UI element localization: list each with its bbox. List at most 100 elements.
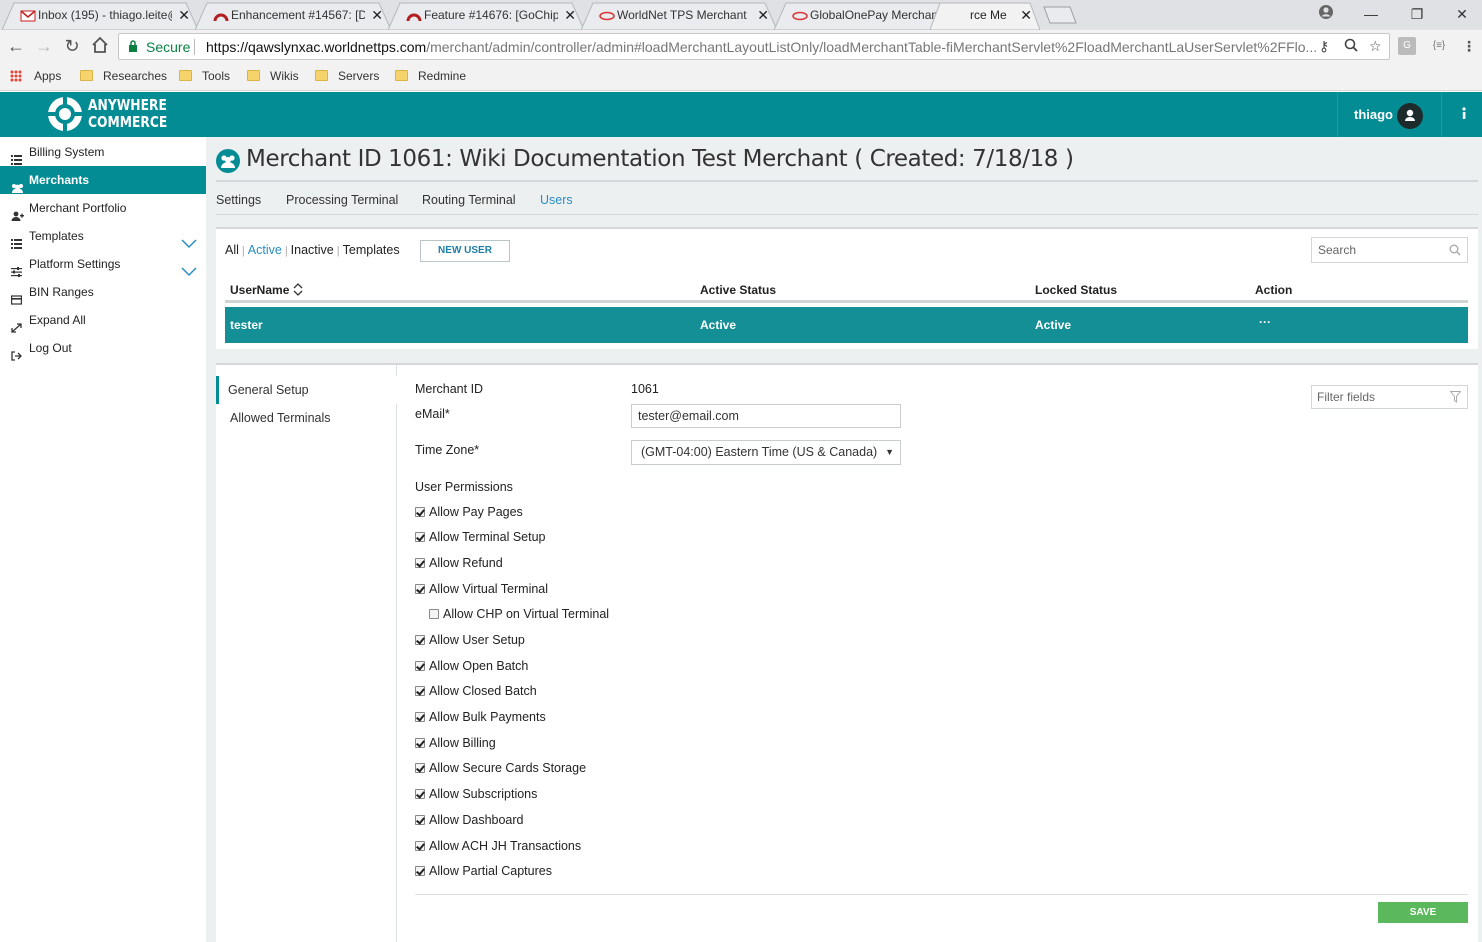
sort-icon[interactable] xyxy=(293,283,303,296)
close-icon[interactable]: ✕ xyxy=(178,2,190,28)
reload-icon[interactable]: ↻ xyxy=(62,36,82,56)
table-row[interactable]: tester Active Active ··· xyxy=(225,307,1468,343)
search-input[interactable] xyxy=(1312,238,1442,262)
chevron-down-icon[interactable] xyxy=(181,259,197,277)
email-field[interactable] xyxy=(631,404,901,428)
sidebar-item-templates[interactable]: Templates xyxy=(0,222,206,250)
menu-icon[interactable]: ⋮ xyxy=(1460,37,1478,55)
bookmark-apps[interactable]: Apps xyxy=(10,69,61,83)
browser-tab-gmail[interactable]: Inbox (195) - thiago.leite@ ✕ xyxy=(2,2,198,30)
bookmark-researches[interactable]: Researches xyxy=(80,69,167,83)
folder-icon xyxy=(247,70,260,81)
search-icon[interactable] xyxy=(1449,244,1461,256)
tab-users[interactable]: Users xyxy=(540,193,573,207)
bookmark-redmine[interactable]: Redmine xyxy=(395,69,466,83)
sidebar-item-label: Log Out xyxy=(29,341,72,355)
zoom-icon[interactable] xyxy=(1344,38,1358,55)
permission-label: Allow User Setup xyxy=(429,633,525,647)
checkbox[interactable] xyxy=(415,661,425,671)
bookmark-tools[interactable]: Tools xyxy=(179,69,230,83)
sidebar-item-platform-settings[interactable]: Platform Settings xyxy=(0,250,206,278)
checkbox[interactable] xyxy=(415,558,425,568)
filter-active[interactable]: Active xyxy=(248,243,282,257)
checkbox[interactable] xyxy=(415,789,425,799)
minimize-icon[interactable]: — xyxy=(1360,4,1382,24)
tab-title: WorldNet TPS Merchant xyxy=(617,8,747,22)
sidebar-item-merchant-portfolio[interactable]: Merchant Portfolio xyxy=(0,194,206,222)
info-icon[interactable] xyxy=(1457,105,1471,121)
tab-title: GlobalOnePay Merchant xyxy=(810,8,940,22)
bookmark-servers[interactable]: Servers xyxy=(315,69,379,83)
time-zone-select[interactable]: (GMT-04:00) Eastern Time (US & Canada) ▼ xyxy=(631,440,901,465)
filter-inactive[interactable]: Inactive xyxy=(291,243,334,257)
user-menu[interactable]: thiago xyxy=(1337,92,1442,137)
forward-icon[interactable]: → xyxy=(34,36,54,56)
checkbox[interactable] xyxy=(429,609,439,619)
sidebar-item-billing-system[interactable]: Billing System xyxy=(0,138,206,166)
checkbox[interactable] xyxy=(415,815,425,825)
row-actions-menu[interactable]: ··· xyxy=(1259,315,1271,329)
checkbox[interactable] xyxy=(415,763,425,773)
browser-tab-active[interactable]: rce Me ✕ xyxy=(930,2,1040,30)
extension-json-icon[interactable]: {≡} xyxy=(1430,37,1448,55)
checkbox[interactable] xyxy=(415,532,425,542)
merchant-id-value: 1061 xyxy=(631,382,659,396)
sidebar-item-expand-all[interactable]: Expand All xyxy=(0,306,206,334)
column-header-username[interactable]: UserName xyxy=(230,283,303,297)
extension-g-icon[interactable]: G xyxy=(1398,37,1416,55)
star-icon[interactable]: ☆ xyxy=(1369,38,1382,55)
merchant-users-icon xyxy=(216,149,240,173)
checkbox[interactable] xyxy=(415,866,425,876)
permission-label: Allow Partial Captures xyxy=(429,864,552,878)
nav-label: Allowed Terminals xyxy=(230,411,331,425)
key-icon[interactable]: ⚷ xyxy=(1319,38,1329,55)
back-icon[interactable]: ← xyxy=(6,36,26,56)
nav-general-setup[interactable]: General Setup xyxy=(216,376,397,404)
users-icon xyxy=(11,175,24,193)
permission-label: Allow Bulk Payments xyxy=(429,710,546,724)
sidebar-item-label: BIN Ranges xyxy=(29,285,94,299)
filter-icon[interactable] xyxy=(1449,391,1462,403)
new-user-button[interactable]: NEW USER xyxy=(420,240,510,262)
url-text[interactable]: https://qawslynxac.worldnettps.com/merch… xyxy=(206,39,1316,55)
close-icon[interactable]: ✕ xyxy=(1020,2,1032,28)
expand-icon xyxy=(11,315,22,333)
checkbox[interactable] xyxy=(415,584,425,594)
filter-all[interactable]: All xyxy=(225,243,239,257)
checkbox[interactable] xyxy=(415,841,425,851)
bookmark-wikis[interactable]: Wikis xyxy=(247,69,299,83)
profile-icon[interactable] xyxy=(1315,4,1337,24)
checkbox[interactable] xyxy=(415,635,425,645)
filter-templates[interactable]: Templates xyxy=(343,243,400,257)
browser-tab-redmine-feature[interactable]: Feature #14676: [GoChip ✕ xyxy=(388,2,584,30)
close-icon[interactable]: ✕ xyxy=(564,2,576,28)
restore-icon[interactable]: ❐ xyxy=(1406,4,1428,24)
permission-label: Allow Open Batch xyxy=(429,659,529,673)
browser-tab-redmine-enhancement[interactable]: Enhancement #14567: [D ✕ xyxy=(195,2,391,30)
checkbox[interactable] xyxy=(415,686,425,696)
permission-label: Allow Pay Pages xyxy=(429,505,523,519)
checkbox[interactable] xyxy=(415,738,425,748)
sidebar-item-merchants[interactable]: Merchants xyxy=(0,166,206,194)
checkbox[interactable] xyxy=(415,507,425,517)
checkbox[interactable] xyxy=(415,712,425,722)
anywhere-commerce-logo-icon[interactable] xyxy=(47,96,87,136)
close-window-icon[interactable]: ✕ xyxy=(1451,4,1473,24)
new-tab-button[interactable] xyxy=(1042,6,1078,24)
close-icon[interactable]: ✕ xyxy=(371,2,383,28)
sidebar-item-bin-ranges[interactable]: BIN Ranges xyxy=(0,278,206,306)
tab-settings[interactable]: Settings xyxy=(216,193,261,207)
home-icon[interactable] xyxy=(90,36,110,56)
filter-fields-input[interactable] xyxy=(1312,386,1442,408)
browser-tab-worldnet[interactable]: WorldNet TPS Merchant ✕ xyxy=(581,2,777,30)
column-header-label: UserName xyxy=(230,283,290,297)
tab-routing-terminal[interactable]: Routing Terminal xyxy=(422,193,516,207)
chevron-down-icon[interactable] xyxy=(181,231,197,249)
save-button[interactable]: SAVE xyxy=(1378,902,1468,923)
address-bar[interactable]: Secure https://qawslynxac.worldnettps.co… xyxy=(118,33,1390,60)
tab-processing-terminal[interactable]: Processing Terminal xyxy=(286,193,398,207)
sidebar-item-log-out[interactable]: Log Out xyxy=(0,334,206,362)
nav-allowed-terminals[interactable]: Allowed Terminals xyxy=(216,404,397,432)
users-table-header: UserName Active Status Locked Status Act… xyxy=(225,281,1468,303)
close-icon[interactable]: ✕ xyxy=(757,2,769,28)
